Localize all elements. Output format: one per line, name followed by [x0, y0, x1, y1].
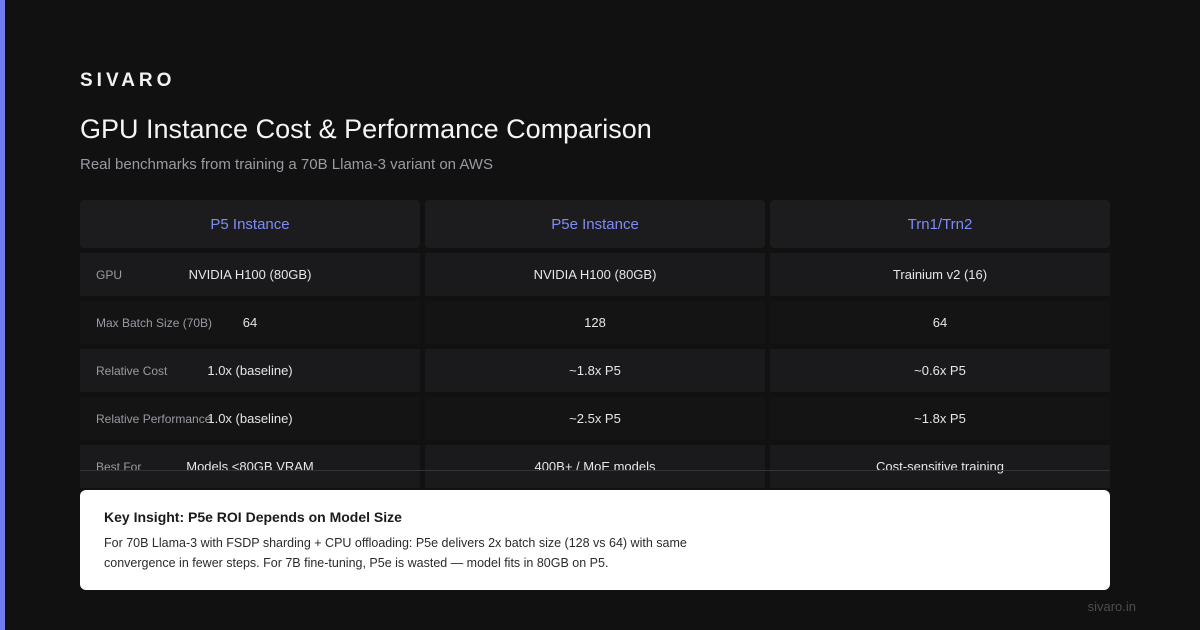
table-cell: 64 [770, 301, 1110, 344]
table-row: Max Batch Size (70B) 64 128 64 [80, 301, 1110, 344]
column-header-p5e: P5e Instance [425, 200, 765, 248]
table-cell: Cost-sensitive training [770, 445, 1110, 488]
page-subtitle: Real benchmarks from training a 70B Llam… [80, 156, 493, 173]
table-cell: Trainium v2 (16) [770, 253, 1110, 296]
table-row: Best For Models <80GB VRAM 400B+ / MoE m… [80, 445, 1110, 488]
column-header-p5: P5 Instance [80, 200, 420, 248]
column-header-trn: Trn1/Trn2 [770, 200, 1110, 248]
table-cell: Max Batch Size (70B) 64 [80, 301, 420, 344]
comparison-table: P5 Instance P5e Instance Trn1/Trn2 GPU N… [80, 200, 1110, 493]
table-cell: ~2.5x P5 [425, 397, 765, 440]
table-cell: ~1.8x P5 [425, 349, 765, 392]
cell-value: NVIDIA H100 (80GB) [188, 267, 312, 282]
table-cell: GPU NVIDIA H100 (80GB) [80, 253, 420, 296]
table-cell: ~0.6x P5 [770, 349, 1110, 392]
cell-value: 1.0x (baseline) [207, 363, 293, 378]
table-cell: Best For Models <80GB VRAM [80, 445, 420, 488]
row-label: Relative Performance [96, 411, 212, 426]
divider [80, 470, 1110, 471]
table-header-row: P5 Instance P5e Instance Trn1/Trn2 [80, 200, 1110, 248]
page-title: GPU Instance Cost & Performance Comparis… [80, 114, 652, 144]
table-cell: Relative Cost 1.0x (baseline) [80, 349, 420, 392]
cell-value: 1.0x (baseline) [207, 411, 293, 426]
brand-logo: SIVARO [80, 70, 176, 91]
table-row: GPU NVIDIA H100 (80GB) NVIDIA H100 (80GB… [80, 253, 1110, 296]
table-cell: NVIDIA H100 (80GB) [425, 253, 765, 296]
accent-bar [0, 0, 5, 630]
insight-card: Key Insight: P5e ROI Depends on Model Si… [80, 490, 1110, 590]
table-cell: ~1.8x P5 [770, 397, 1110, 440]
table-cell: 400B+ / MoE models [425, 445, 765, 488]
table-cell: 128 [425, 301, 765, 344]
cell-value: 64 [242, 315, 258, 330]
insight-title: Key Insight: P5e ROI Depends on Model Si… [104, 509, 402, 525]
footer-url: sivaro.in [1087, 599, 1136, 614]
table-row: Relative Cost 1.0x (baseline) ~1.8x P5 ~… [80, 349, 1110, 392]
row-label: Relative Cost [96, 363, 168, 378]
row-label: Max Batch Size (70B) [96, 315, 213, 330]
table-cell: Relative Performance 1.0x (baseline) [80, 397, 420, 440]
table-row: Relative Performance 1.0x (baseline) ~2.… [80, 397, 1110, 440]
row-label: GPU [96, 267, 123, 282]
insight-body: For 70B Llama-3 with FSDP sharding + CPU… [104, 536, 687, 570]
cell-value: Models <80GB VRAM [186, 459, 314, 474]
row-label: Best For [96, 459, 142, 474]
